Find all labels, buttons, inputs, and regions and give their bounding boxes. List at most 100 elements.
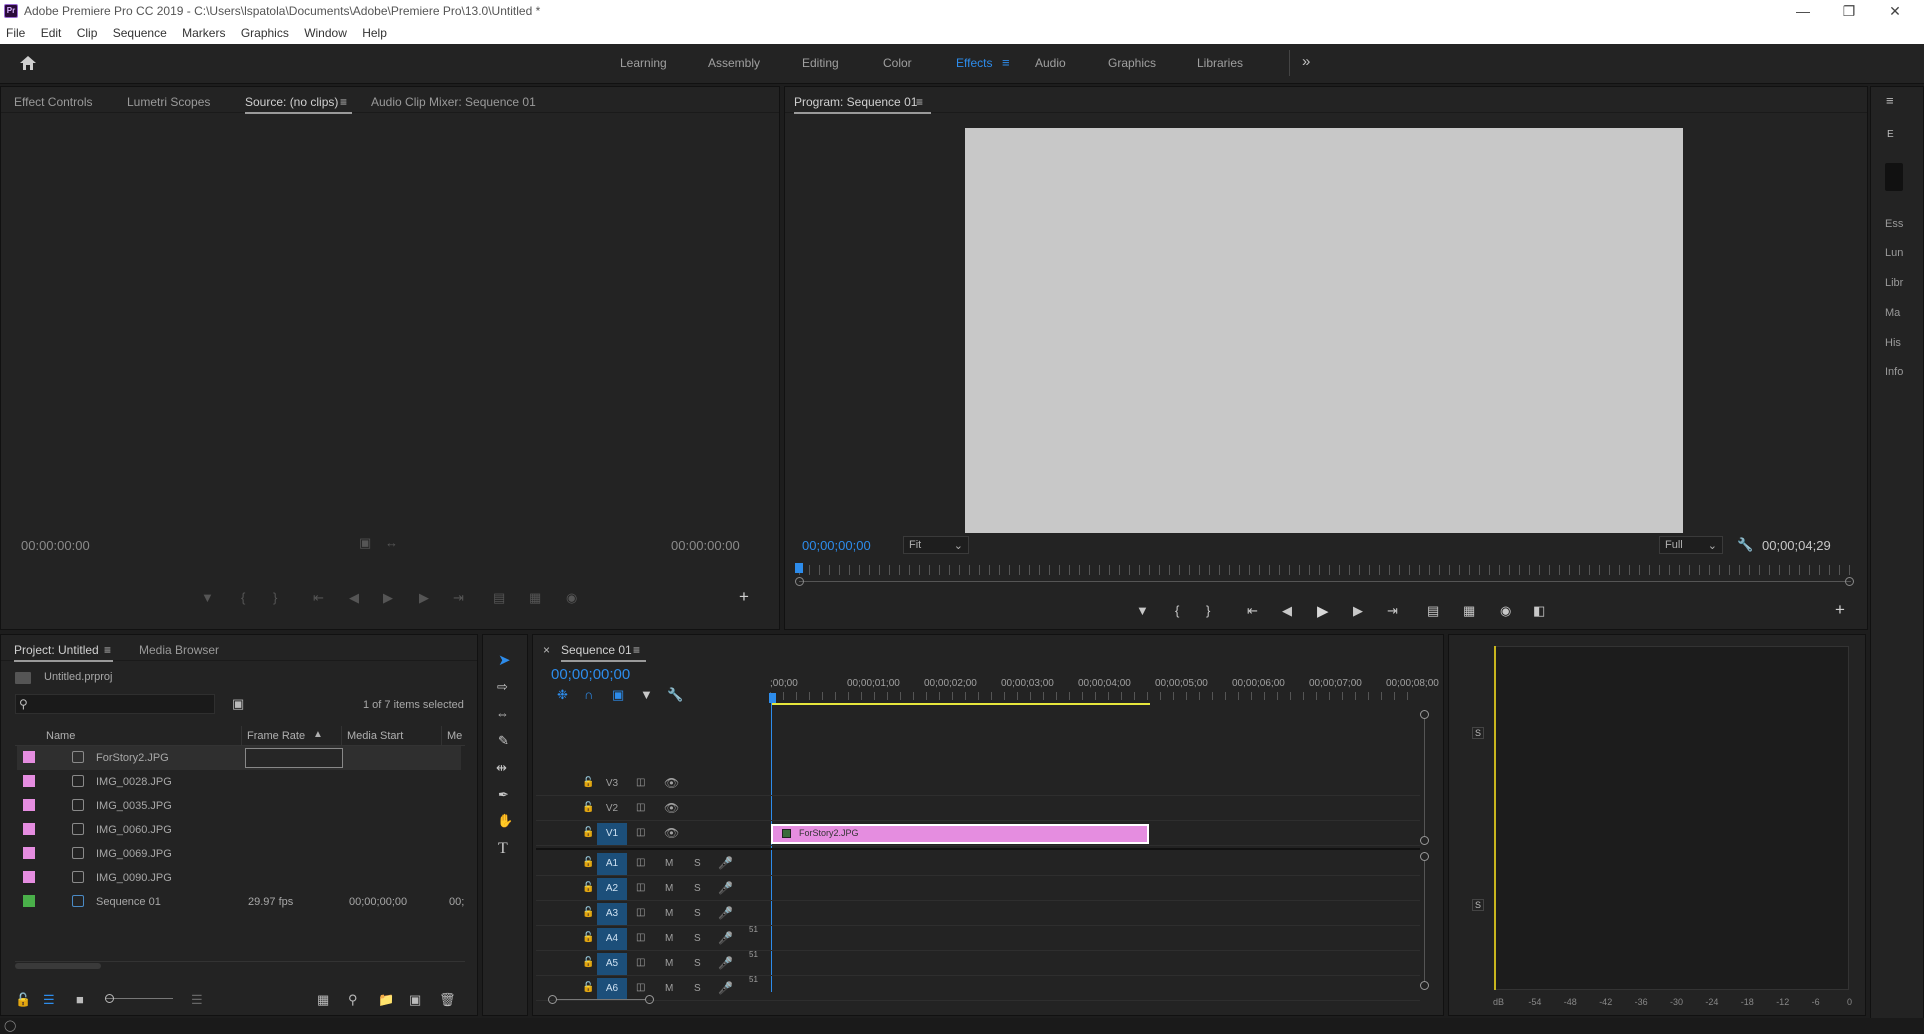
audio-track[interactable]: 🔓 A6 ◫ M S 🎤 51 [536, 975, 1420, 1001]
razor-tool-icon[interactable]: ✎ [498, 733, 509, 749]
program-time-ruler[interactable] [799, 565, 1851, 575]
program-playhead[interactable] [795, 563, 803, 573]
source-add-button-icon[interactable]: + [739, 587, 749, 607]
close-sequence-icon[interactable]: × [543, 643, 550, 657]
label-color-swatch[interactable] [23, 847, 35, 859]
track-lock-icon[interactable]: 🔓 [582, 982, 594, 993]
find-icon[interactable]: ⚲ [348, 992, 358, 1008]
source-drag-icon[interactable]: ↔ [385, 535, 398, 550]
sync-lock-icon[interactable]: ◫ [636, 932, 645, 943]
scroll-handle-left[interactable] [795, 577, 804, 586]
program-add-button-icon[interactable]: + [1835, 600, 1845, 620]
voice-over-record-icon[interactable]: 🎤 [718, 981, 733, 995]
source-insert-button-icon[interactable]: ▤ [493, 590, 505, 606]
step-back-icon[interactable]: ◀ [1282, 603, 1292, 619]
audio-track[interactable]: 🔓 A3 ◫ M S 🎤 [536, 902, 1420, 926]
pen-tool-icon[interactable]: ✒ [498, 787, 509, 803]
workspace-audio[interactable]: Audio [1035, 56, 1066, 70]
sync-lock-icon[interactable]: ◫ [636, 882, 645, 893]
timeline-playhead-timecode[interactable]: 00;00;00;00 [551, 666, 630, 683]
tab-media-browser[interactable]: Media Browser [139, 643, 219, 657]
track-target-badge[interactable]: A4 [597, 928, 627, 950]
menu-sequence[interactable]: Sequence [113, 26, 167, 40]
add-marker-icon[interactable]: ▼ [1136, 603, 1149, 618]
source-mark-out-icon[interactable]: } [273, 590, 277, 605]
right-panel-info[interactable]: Info [1885, 366, 1903, 378]
program-zoom-scrollbar[interactable] [799, 581, 1851, 582]
track-lock-icon[interactable]: 🔓 [582, 827, 594, 838]
source-go-to-in-icon[interactable]: ⇤ [313, 590, 324, 606]
audio-track[interactable]: 🔓 A2 ◫ M S 🎤 [536, 877, 1420, 901]
extract-icon[interactable]: ▦ [1463, 603, 1475, 619]
voice-over-record-icon[interactable]: 🎤 [718, 856, 733, 870]
mute-button[interactable]: M [665, 983, 673, 994]
zoom-level-select[interactable]: Fit ⌄ [903, 536, 969, 554]
project-item-row[interactable]: IMG_0060.JPG [17, 818, 461, 842]
solo-button[interactable]: S [694, 858, 701, 869]
label-color-swatch[interactable] [23, 751, 35, 763]
go-to-out-icon[interactable]: ⇥ [1387, 603, 1398, 619]
timeline-vscroll-bottom[interactable] [1420, 981, 1429, 990]
scroll-handle-right[interactable] [1845, 577, 1854, 586]
icon-view-icon[interactable]: ■ [76, 992, 84, 1007]
timeline-hscroll-left[interactable] [548, 995, 557, 1004]
program-playhead-timecode[interactable]: 00;00;00;00 [802, 538, 871, 553]
source-playhead-timecode[interactable]: 00:00:00:00 [21, 538, 90, 553]
mark-in-icon[interactable]: { [1175, 603, 1179, 618]
automate-to-sequence-icon[interactable]: ▦ [317, 992, 329, 1008]
zoom-slider-handle[interactable] [105, 994, 114, 1003]
sync-lock-icon[interactable]: ◫ [636, 982, 645, 993]
mute-button[interactable]: M [665, 908, 673, 919]
project-item-row[interactable]: ForStory2.JPG [17, 746, 461, 770]
add-marker-icon[interactable]: ▼ [640, 687, 653, 702]
menu-clip[interactable]: Clip [77, 26, 98, 40]
video-track[interactable]: 🔓 V3 ◫ 👁 [536, 772, 1420, 796]
label-color-swatch[interactable] [23, 871, 35, 883]
type-tool-icon[interactable]: T [498, 840, 508, 858]
close-button[interactable]: ✕ [1872, 0, 1918, 22]
label-color-swatch[interactable] [23, 823, 35, 835]
linked-selection-icon[interactable]: ▣ [612, 687, 624, 703]
source-step-back-icon[interactable]: ◀ [349, 590, 359, 606]
solo-button[interactable]: S [694, 958, 701, 969]
label-color-swatch[interactable] [23, 799, 35, 811]
menu-window[interactable]: Window [304, 26, 347, 40]
voice-over-record-icon[interactable]: 🎤 [718, 931, 733, 945]
track-target-badge[interactable]: A6 [597, 978, 627, 1000]
source-mark-in-icon[interactable]: { [241, 590, 245, 605]
solo-button[interactable]: S [694, 908, 701, 919]
solo-button-left[interactable]: S [1472, 727, 1485, 739]
ripple-edit-tool-icon[interactable]: ⇔ [496, 706, 509, 721]
workspace-menu-icon[interactable]: ≡ [1002, 55, 1010, 70]
wrench-icon[interactable]: 🔧 [1737, 537, 1753, 553]
source-export-frame-icon[interactable]: ◉ [566, 590, 577, 606]
timeline-vscroll-top[interactable] [1420, 710, 1429, 719]
timeline-vscroll-track-audio[interactable] [1424, 861, 1425, 981]
track-target-badge[interactable]: A5 [597, 953, 627, 975]
right-panel-thumb[interactable] [1885, 163, 1903, 191]
minimize-button[interactable]: — [1780, 0, 1826, 22]
column-frame-rate[interactable]: Frame Rate [247, 730, 305, 742]
source-insert-icon[interactable]: ▣ [359, 535, 371, 551]
sort-ascending-icon[interactable]: ▲ [313, 729, 323, 740]
selection-tool-icon[interactable]: ➤ [498, 651, 511, 669]
export-frame-icon[interactable]: ◉ [1500, 603, 1511, 619]
voice-over-record-icon[interactable]: 🎤 [718, 881, 733, 895]
column-media-start[interactable]: Media Start [347, 730, 403, 742]
track-select-tool-icon[interactable]: ⇨ [497, 679, 508, 695]
solo-button[interactable]: S [694, 933, 701, 944]
workspace-overflow-icon[interactable]: » [1302, 53, 1310, 70]
menu-help[interactable]: Help [362, 26, 387, 40]
mute-button[interactable]: M [665, 958, 673, 969]
sync-lock-icon[interactable]: ◫ [636, 957, 645, 968]
slip-tool-icon[interactable]: ⇹ [496, 760, 507, 776]
trash-icon[interactable]: 🗑 [439, 992, 456, 1008]
mute-button[interactable]: M [665, 883, 673, 894]
project-horizontal-scrollbar[interactable] [15, 963, 101, 969]
tab-effect-controls[interactable]: Effect Controls [14, 95, 92, 109]
track-lock-icon[interactable]: 🔓 [582, 957, 594, 968]
step-forward-icon[interactable]: ▶ [1353, 603, 1363, 619]
lift-icon[interactable]: ▤ [1427, 603, 1439, 619]
project-item-row[interactable]: IMG_0035.JPG [17, 794, 461, 818]
eye-icon[interactable]: 👁 [664, 826, 679, 840]
